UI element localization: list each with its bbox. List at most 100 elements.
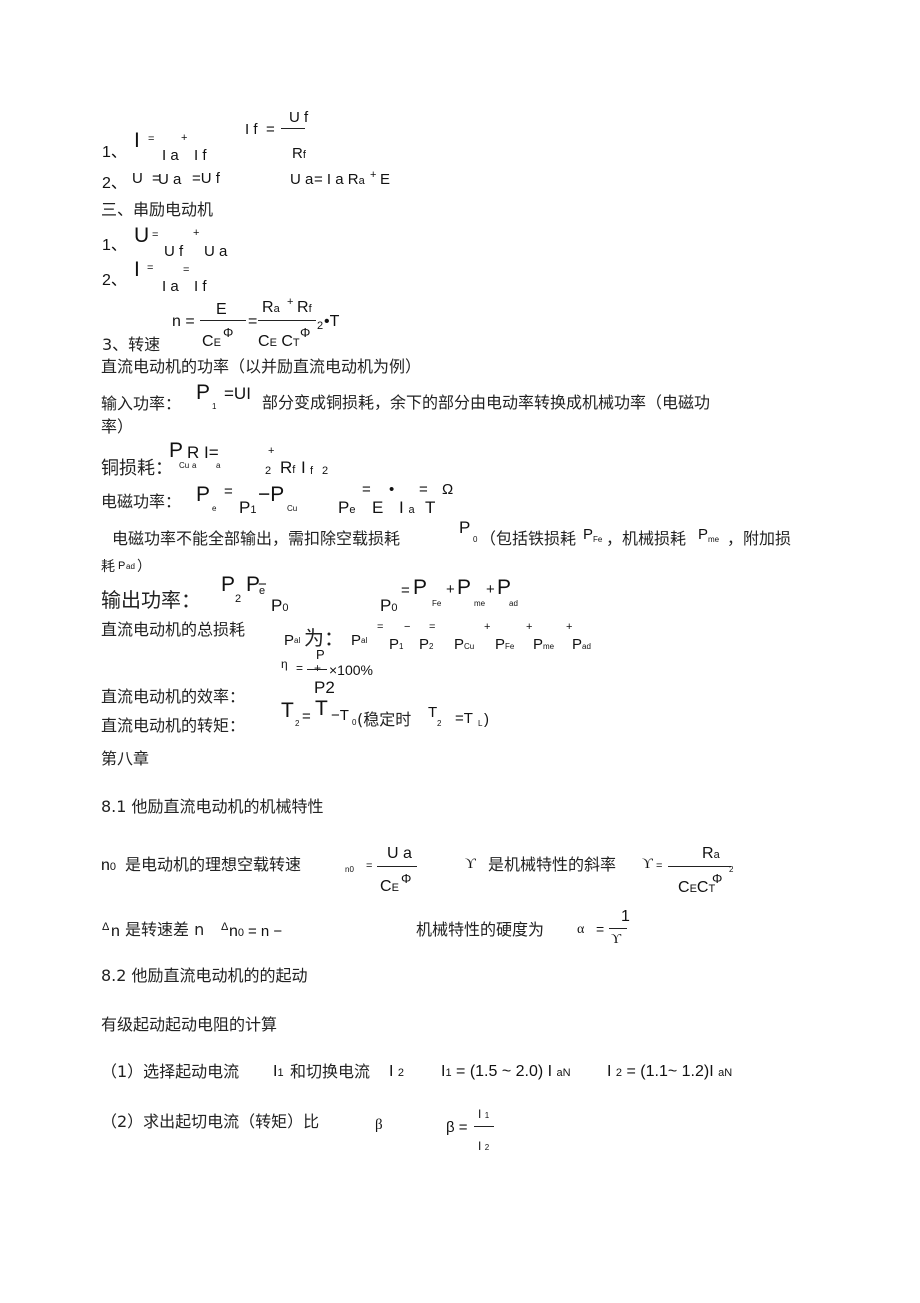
math-symbol: P	[413, 576, 428, 599]
section-heading: 8.2 他励直流电动机的的起动	[101, 966, 308, 985]
superscript: 2	[322, 465, 329, 477]
field-label: 铜损耗：	[101, 458, 173, 479]
subscript: 0	[237, 927, 245, 939]
subscript: 1	[399, 642, 404, 651]
fraction-bar	[377, 866, 417, 867]
math-symbol: R	[297, 299, 309, 316]
subscript: 1	[484, 1111, 490, 1120]
math-denominator: P2	[314, 679, 335, 696]
fraction-bar	[474, 1126, 494, 1127]
subscript: E	[213, 337, 221, 349]
subscript: Fe	[505, 642, 515, 651]
math-symbol: T	[425, 498, 436, 517]
math-symbol: R	[292, 145, 303, 162]
math-operator: =	[596, 921, 605, 937]
math-term: U a	[204, 243, 228, 260]
math-expression: = (1.5 ~ 2.0) I	[456, 1063, 553, 1080]
subscript: Cu	[287, 504, 298, 513]
chapter-title: 第八章	[101, 749, 150, 768]
math-expression: = (1.1~ 1.2)I	[626, 1063, 714, 1080]
subscript: 2	[615, 1067, 623, 1079]
field-label: 直流电动机的转矩：	[101, 716, 246, 735]
math-symbol: C	[380, 878, 392, 895]
subscript: 2	[484, 1143, 490, 1152]
math-denominator: CECT	[678, 880, 715, 896]
math-operator: +	[193, 227, 200, 239]
math-symbol: I	[478, 1107, 482, 1121]
math-term: I a	[399, 499, 415, 516]
math-symbol: Rf	[280, 459, 295, 476]
subscript: 2	[437, 719, 442, 728]
subscript: 0	[349, 865, 354, 874]
field-label: 直流电动机的效率：	[101, 687, 246, 706]
subscript: aN	[556, 1067, 571, 1079]
subscript: al	[294, 636, 301, 645]
subscript: al	[361, 636, 368, 645]
subscript: f	[308, 303, 312, 315]
body-text: ）	[137, 559, 151, 575]
math-operator: =	[296, 661, 304, 675]
subscript: ad	[126, 562, 135, 571]
math-term: n0	[229, 924, 244, 940]
math-expression: = I a R	[314, 171, 359, 188]
loss-term: Pme	[533, 637, 554, 652]
body-text: ，附加损	[727, 529, 792, 548]
math-operator: =	[248, 313, 258, 330]
subscript: 0	[473, 535, 478, 544]
math-symbol: C	[258, 333, 270, 350]
loss-term: PFe	[495, 637, 514, 652]
math-symbol: T	[428, 704, 438, 721]
math-term: P1	[239, 499, 256, 516]
field-label: 电磁功率：	[101, 492, 182, 511]
step-text: （2）求出起切电流（转矩）比	[101, 1112, 320, 1131]
math-operator: +	[287, 296, 294, 308]
math-operator: =	[362, 481, 371, 498]
fraction-bar	[258, 320, 316, 321]
math-numerator: Ra	[262, 300, 280, 316]
math-operator: =	[377, 621, 384, 633]
math-operator: +	[566, 621, 573, 633]
subscript: Cu	[179, 461, 190, 470]
subscript: E	[391, 882, 399, 894]
math-symbol: I	[478, 1139, 482, 1153]
subscript: 1	[212, 402, 217, 411]
fraction-bar	[668, 866, 731, 867]
math-symbol: R	[262, 299, 274, 316]
math-symbol: E	[380, 171, 391, 188]
body-text: (稳定时	[357, 710, 412, 729]
step-text: 和切换电流	[290, 1062, 371, 1081]
subscript: me	[708, 535, 720, 544]
field-label: 输出功率：	[101, 588, 201, 612]
math-symbol: I	[134, 129, 140, 152]
math-operator: =	[419, 481, 428, 498]
math-operator: +	[314, 661, 322, 675]
math-symbol: P	[351, 632, 362, 649]
body-text: 为：	[304, 626, 344, 650]
math-term: I a	[162, 147, 179, 164]
math-symbol: P	[419, 636, 430, 653]
math-symbol: Φ	[223, 325, 234, 340]
math-symbol: C	[696, 879, 709, 896]
math-numerator: U a	[387, 845, 412, 862]
subscript: a	[358, 175, 365, 187]
math-symbol: Φ	[300, 325, 311, 340]
math-term: = n −	[248, 923, 283, 940]
body-text: 耗	[101, 559, 115, 575]
loss-term: P2	[419, 637, 433, 652]
math-symbol: P	[583, 526, 594, 543]
math-denominator: CE	[202, 334, 221, 350]
math-symbol: R	[280, 458, 293, 477]
subscript: 2	[397, 1067, 405, 1079]
subscript: me	[543, 642, 555, 651]
math-symbol: T	[315, 697, 328, 720]
subscript: 0	[282, 602, 289, 614]
body-text: 部分变成铜损耗，余下的部分由电动率转换成机械功率（电磁功	[262, 393, 711, 412]
field-label: 输入功率：	[101, 394, 182, 413]
math-symbol: P	[169, 439, 184, 462]
subscript: a	[713, 849, 720, 861]
math-symbol: P	[271, 596, 283, 615]
math-numerator: I 1	[478, 1108, 489, 1120]
subscript: a	[273, 303, 280, 315]
step-text: （1）选择起动电流	[101, 1062, 240, 1081]
math-term: Pe	[338, 499, 355, 516]
